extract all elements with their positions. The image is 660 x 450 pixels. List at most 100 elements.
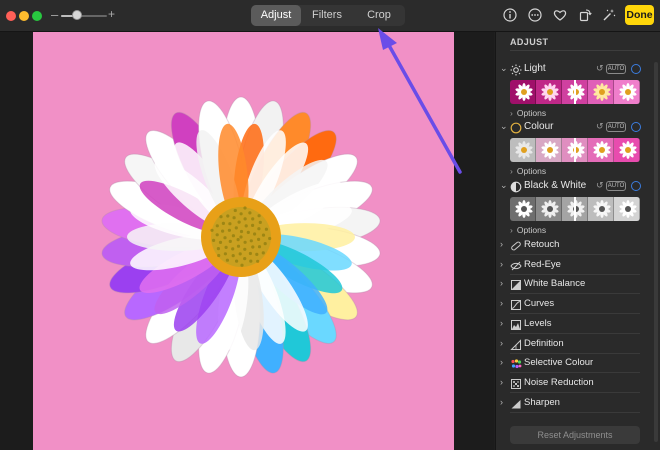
sun-icon [510, 64, 522, 76]
rotate-icon[interactable] [577, 7, 593, 23]
section-bw-label: Black & White [524, 180, 587, 191]
bw-thumbnail-strip[interactable] [510, 197, 640, 221]
strip-slider-marker[interactable] [574, 138, 576, 162]
section-colour-header[interactable]: ⌄ Colour ↺ AUTO [500, 121, 645, 135]
colour-options-disclosure[interactable]: › Options [510, 166, 546, 176]
chevron-down-icon[interactable]: ⌄ [500, 180, 508, 191]
photo-canvas [0, 32, 494, 450]
divider [510, 372, 640, 374]
zoom-slider[interactable] [61, 15, 107, 17]
thumbnail-frame[interactable] [536, 138, 562, 162]
light-options-disclosure[interactable]: › Options [510, 108, 546, 118]
sidebar-title: ADJUST [510, 37, 549, 47]
chevron-right-icon[interactable]: › [500, 239, 503, 249]
chevron-right-icon: › [510, 225, 513, 235]
thumbnail-frame[interactable] [588, 80, 614, 104]
mode-segmented-control: Adjust Filters Crop [251, 5, 405, 26]
auto-colour-button[interactable]: AUTO [606, 122, 626, 132]
thumbnail-frame[interactable] [510, 197, 536, 221]
chevron-right-icon[interactable]: › [500, 397, 503, 407]
chevron-right-icon[interactable]: › [500, 377, 503, 387]
thumbnail-frame[interactable] [588, 197, 614, 221]
close-window-button[interactable] [6, 11, 16, 21]
tab-filters[interactable]: Filters [301, 5, 353, 26]
strip-slider-marker[interactable] [574, 197, 576, 221]
adjustment-label: Noise Reduction [524, 376, 594, 388]
zoom-out-icon[interactable]: – [51, 7, 58, 22]
thumbnail-frame[interactable] [536, 80, 562, 104]
chevron-right-icon[interactable]: › [500, 357, 503, 367]
section-light-header[interactable]: ⌄ Light ↺ AUTO [500, 63, 645, 77]
chevron-right-icon[interactable]: › [500, 278, 503, 288]
done-button[interactable]: Done [625, 5, 654, 25]
thumbnail-frame[interactable] [614, 80, 640, 104]
tab-adjust[interactable]: Adjust [251, 5, 301, 26]
divider [510, 352, 640, 354]
thumbnail-frame[interactable] [510, 80, 536, 104]
adjustment-selective-colour[interactable]: › Selective Colour [500, 355, 640, 371]
section-bw-header[interactable]: ⌄ Black & White ↺ AUTO [500, 180, 645, 194]
info-icon[interactable] [502, 7, 518, 23]
section-light-label: Light [524, 63, 546, 74]
auto-light-button[interactable]: AUTO [606, 64, 626, 74]
divider [510, 293, 640, 295]
toggle-bw-button[interactable] [631, 181, 641, 191]
toolbar: – + Adjust Filters Crop Done [0, 0, 660, 32]
adjustment-red-eye[interactable]: › Red-Eye [500, 257, 640, 273]
undo-light-icon[interactable]: ↺ [596, 63, 604, 74]
colour-thumbnail-strip[interactable] [510, 138, 640, 162]
auto-bw-button[interactable]: AUTO [606, 181, 626, 191]
chevron-right-icon[interactable]: › [500, 338, 503, 348]
divider [510, 391, 640, 393]
adjustment-noise-reduction[interactable]: › Noise Reduction [500, 375, 640, 391]
reset-adjustments-button[interactable]: Reset Adjustments [510, 426, 640, 444]
magic-wand-icon[interactable] [601, 7, 617, 23]
adjustment-sharpen[interactable]: › Sharpen [500, 395, 640, 411]
undo-bw-icon[interactable]: ↺ [596, 180, 604, 191]
levels-icon [511, 319, 521, 330]
thumbnail-frame[interactable] [614, 197, 640, 221]
eye-icon [510, 261, 522, 271]
thumbnail-frame[interactable] [510, 138, 536, 162]
adjustment-curves[interactable]: › Curves [500, 296, 640, 312]
sidebar-scrollbar[interactable] [654, 62, 658, 442]
options-label: Options [516, 108, 547, 118]
noise-icon [511, 378, 521, 389]
chevron-right-icon[interactable]: › [500, 298, 503, 308]
more-icon[interactable] [527, 7, 543, 23]
divider [510, 273, 640, 275]
tab-crop[interactable]: Crop [353, 5, 405, 26]
adjustment-retouch[interactable]: › Retouch [500, 237, 640, 253]
bandage-icon [511, 241, 521, 251]
heart-icon[interactable] [552, 7, 568, 23]
curves-icon [511, 300, 521, 311]
fullscreen-window-button[interactable] [32, 11, 42, 21]
thumbnail-frame[interactable] [614, 138, 640, 162]
selective-colour-icon [511, 359, 522, 369]
bw-options-disclosure[interactable]: › Options [510, 225, 546, 235]
adjustment-white-balance[interactable]: › White Balance [500, 276, 640, 292]
adjustment-definition[interactable]: › Definition [500, 336, 640, 352]
toggle-colour-button[interactable] [631, 122, 641, 132]
flower-image[interactable] [33, 32, 454, 450]
thumbnail-frame[interactable] [588, 138, 614, 162]
chevron-right-icon[interactable]: › [500, 318, 503, 328]
adjustment-levels[interactable]: › Levels [500, 316, 640, 332]
divider [510, 411, 640, 413]
chevron-right-icon[interactable]: › [500, 259, 503, 269]
divider [510, 254, 640, 255]
thumbnail-frame[interactable] [536, 197, 562, 221]
strip-slider-marker[interactable] [574, 80, 576, 104]
divider [510, 50, 640, 51]
minimize-window-button[interactable] [19, 11, 29, 21]
section-colour-label: Colour [524, 121, 554, 132]
zoom-slider-knob[interactable] [72, 10, 83, 20]
zoom-in-icon[interactable]: + [108, 7, 115, 21]
sharpen-icon [511, 399, 521, 409]
chevron-down-icon[interactable]: ⌄ [500, 121, 508, 132]
toggle-light-button[interactable] [631, 64, 641, 74]
chevron-down-icon[interactable]: ⌄ [500, 63, 508, 74]
light-thumbnail-strip[interactable] [510, 80, 640, 104]
options-label: Options [516, 166, 547, 176]
undo-colour-icon[interactable]: ↺ [596, 121, 604, 132]
